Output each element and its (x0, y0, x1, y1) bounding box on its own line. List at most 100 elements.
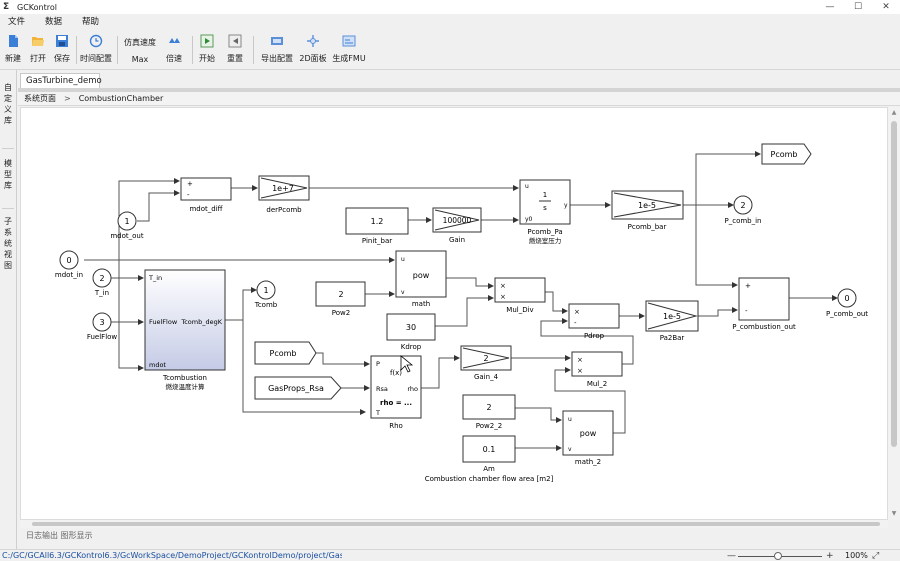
export-config-button[interactable]: 导出配置 (259, 34, 295, 66)
panel-2d-button[interactable]: 2D面板 (298, 34, 328, 66)
scroll-down-icon[interactable]: ▼ (890, 510, 898, 518)
from-pcomb[interactable]: Pcomb (254, 341, 317, 365)
svg-text:pow: pow (580, 429, 597, 438)
folder-open-icon (32, 37, 44, 46)
tab-gasturbine-demo[interactable]: GasTurbine_demo (20, 73, 102, 89)
svg-text:+: + (745, 282, 751, 290)
breadcrumb-root[interactable]: 系统页面 (18, 93, 56, 104)
new-button[interactable]: 新建 (4, 34, 22, 66)
svg-text:0.1: 0.1 (483, 445, 496, 454)
block-mul-2[interactable]: × × Mul_2 (571, 351, 623, 388)
reset-button[interactable]: 重置 (224, 34, 246, 66)
clock-icon (89, 34, 103, 48)
vertical-scrollbar[interactable]: ▲ ▼ (888, 107, 900, 520)
svg-text:+: + (187, 180, 193, 188)
svg-text:Gain_4: Gain_4 (474, 373, 499, 381)
document-area: GasTurbine_demo 系统页面 > CombustionChamber (18, 70, 900, 550)
scroll-up-icon[interactable]: ▲ (890, 109, 898, 117)
sim-speed-control[interactable]: 仿真速度 Max (122, 34, 158, 66)
block-pow2-2[interactable]: 2 Pow2_2 (462, 394, 516, 430)
time-config-button[interactable]: 时间配置 (80, 34, 112, 66)
maximize-button[interactable]: ☐ (844, 0, 872, 14)
svg-text:100000: 100000 (443, 216, 472, 225)
menu-file[interactable]: 文件 (0, 14, 35, 30)
svg-text:1e-5: 1e-5 (638, 201, 656, 210)
block-am[interactable]: 0.1 Am Combustion chamber flow area [m2] (425, 435, 554, 483)
left-dock: 自定义库 模型库 子系统视图 (0, 70, 17, 550)
svg-text:0: 0 (66, 256, 71, 265)
block-math[interactable]: u v pow math (395, 250, 447, 308)
zoom-out-button[interactable]: — (727, 550, 736, 561)
fit-view-icon[interactable]: ⤢ (872, 551, 882, 561)
block-pinit-bar[interactable]: 1.2 Pinit_bar (345, 207, 409, 245)
multiplier-button[interactable]: 倍速 (162, 34, 186, 66)
start-button[interactable]: 开始 (197, 34, 217, 66)
new-file-icon (9, 35, 18, 47)
block-pow2[interactable]: 2 Pow2 (315, 281, 366, 317)
block-pcomb-bar[interactable]: 1e-5 Pcomb_bar (611, 190, 684, 231)
outport-p-comb-in[interactable]: 2 P_comb_in (725, 195, 762, 225)
svg-text:×: × (577, 367, 583, 375)
gen-fmu-button[interactable]: 生成FMU (331, 34, 367, 66)
svg-text:燃烧室压力: 燃烧室压力 (529, 236, 562, 245)
svg-text:Pcomb: Pcomb (771, 150, 798, 159)
inport-mdot-out[interactable]: 1 mdot_out (110, 211, 144, 240)
block-mdot-diff[interactable]: + - mdot_diff (180, 177, 232, 213)
menu-data[interactable]: 数据 (35, 14, 72, 30)
outport-tcomb[interactable]: 1 Tcomb (254, 280, 278, 309)
block-gain[interactable]: 100000 Gain (432, 207, 482, 244)
dock-tab-custom-library[interactable]: 自定义库 (0, 82, 16, 126)
block-kdrop[interactable]: 30 Kdrop (386, 313, 436, 351)
svg-text:×: × (577, 356, 583, 364)
svg-text:Pdrop: Pdrop (584, 332, 605, 340)
block-rho[interactable]: P f(x) Rsa rho rho = ... T Rho (370, 355, 422, 430)
svg-text:rho: rho (407, 385, 418, 393)
svg-text:rho = ...: rho = ... (380, 399, 412, 407)
svg-text:燃烧温度计算: 燃烧温度计算 (166, 382, 206, 391)
from-gasprops-rsa[interactable]: GasProps_Rsa (254, 376, 342, 400)
block-derpcomb[interactable]: 1e+7 derPcomb (258, 175, 310, 214)
save-button[interactable]: 保存 (52, 34, 72, 66)
zoom-in-button[interactable]: + (826, 550, 834, 561)
svg-text:math: math (412, 300, 430, 308)
inport-mdot-in[interactable]: 0 mdot_in (55, 250, 83, 279)
minimize-button[interactable]: — (816, 0, 844, 14)
horizontal-scrollbar[interactable] (20, 520, 888, 528)
zoom-slider-handle[interactable] (774, 552, 782, 560)
svg-text:Tcomb: Tcomb (254, 301, 278, 309)
toolbar: 新建 打开 保存 时间配置 仿真速度 Max 倍速 开始 重置 导出配置 2D面… (0, 30, 900, 70)
output-tabs[interactable]: 日志输出 图形显示 (18, 528, 118, 542)
block-tcombustion[interactable]: T_in FuelFlow Tcomb_degK mdot Tcombustio… (144, 269, 226, 391)
block-pa2bar[interactable]: 1e-5 Pa2Bar (645, 300, 699, 342)
zoom-level: 100% (845, 551, 868, 560)
outport-p-comb-out[interactable]: 0 P_comb_out (826, 288, 868, 318)
svg-text:Am: Am (483, 465, 495, 473)
dock-tab-subsystem-view[interactable]: 子系统视图 (0, 216, 16, 271)
breadcrumb-current[interactable]: CombustionChamber (79, 94, 164, 103)
svg-text:u: u (525, 183, 529, 190)
svg-text:T_in: T_in (94, 289, 109, 297)
svg-text:1.2: 1.2 (371, 217, 384, 226)
svg-text:×: × (500, 293, 506, 301)
svg-text:mdot_diff: mdot_diff (189, 205, 222, 213)
block-mul-div[interactable]: × × Mul_Div (494, 277, 546, 314)
speed-arrows-icon (169, 38, 180, 43)
inport-fuelflow[interactable]: 3 FuelFlow (87, 312, 118, 341)
svg-text:2: 2 (483, 354, 488, 363)
menu-help[interactable]: 帮助 (72, 14, 109, 30)
open-button[interactable]: 打开 (28, 34, 48, 66)
inport-t-in[interactable]: 2 T_in (92, 268, 112, 297)
svg-text:P_comb_out: P_comb_out (826, 310, 868, 318)
block-math-2[interactable]: u v pow math_2 (562, 410, 614, 466)
title-bar: Σ GCKontrol — ☐ ✕ (0, 0, 900, 14)
svg-text:Pcomb: Pcomb (270, 349, 297, 358)
block-gain-4[interactable]: 2 Gain_4 (460, 345, 512, 381)
close-button[interactable]: ✕ (872, 0, 900, 14)
block-pcomb-pa[interactable]: u y y0 1 s Pcomb_Pa 燃烧室压力 (519, 179, 571, 245)
goto-pcomb[interactable]: Pcomb (761, 143, 812, 165)
block-pdrop[interactable]: × - Pdrop (568, 303, 620, 340)
block-p-combustion-out[interactable]: + - P_combustion_out (732, 277, 796, 331)
diagram-canvas[interactable]: 1 mdot_out 0 mdot_in 2 T_in 3 FuelFlow +… (20, 107, 888, 520)
dock-tab-model-library[interactable]: 模型库 (0, 158, 16, 191)
svg-text:2: 2 (486, 403, 491, 412)
